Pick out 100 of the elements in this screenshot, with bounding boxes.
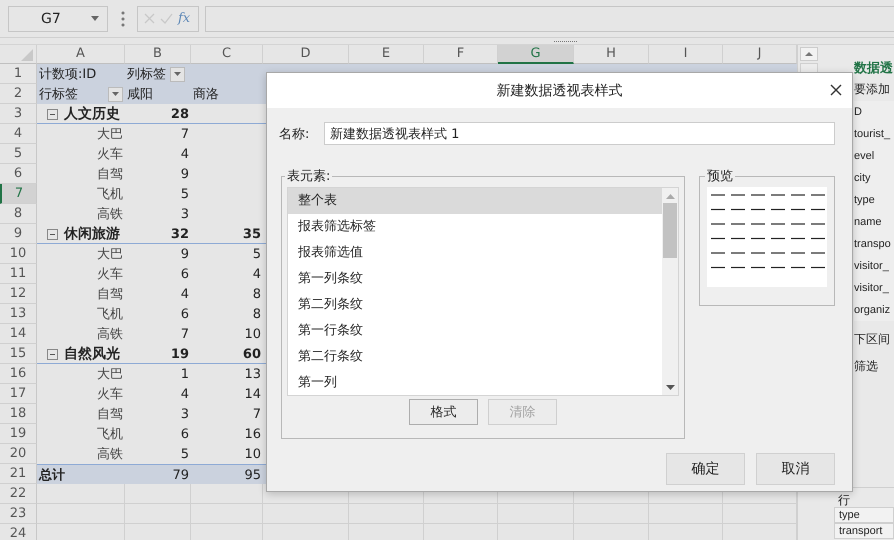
row-header[interactable]: 9 xyxy=(0,224,37,244)
row-header[interactable]: 20 xyxy=(0,444,37,464)
table-cell: 13 xyxy=(244,366,261,382)
table-cell-text: 大巴 xyxy=(97,126,123,143)
table-cell: 5 xyxy=(180,186,189,202)
table-cell: 10 xyxy=(244,446,261,462)
filter-button[interactable] xyxy=(170,66,185,82)
table-cell: 3 xyxy=(180,206,189,222)
table-cell: 7 xyxy=(180,326,189,342)
list-item[interactable]: 整个表 xyxy=(288,188,662,214)
element-button[interactable]: 格式 xyxy=(409,399,478,425)
table-cell-text: 自驾 xyxy=(97,166,123,183)
scroll-up-icon[interactable] xyxy=(666,194,674,199)
scroll-down-icon[interactable] xyxy=(666,385,674,390)
row-header[interactable]: 19 xyxy=(0,424,37,444)
scroll-up-icon[interactable] xyxy=(800,47,818,61)
table-cell-text: 飞机 xyxy=(97,186,123,203)
collapse-icon[interactable] xyxy=(47,228,58,240)
grid-cell xyxy=(125,484,191,504)
column-header[interactable]: G xyxy=(498,45,574,64)
field-item[interactable]: transpo xyxy=(854,233,894,255)
row-header[interactable]: 16 xyxy=(0,364,37,384)
table-cell: 4 xyxy=(180,386,189,402)
caret-icon xyxy=(174,72,181,76)
area-label: 行 xyxy=(837,494,851,507)
list-item[interactable]: 报表筛选标签 xyxy=(288,214,662,240)
table-cell-text: 高铁 xyxy=(97,446,123,463)
row-header[interactable]: 4 xyxy=(0,124,37,144)
field-item[interactable]: D xyxy=(854,101,894,123)
table-cell-text: 自驾 xyxy=(97,286,123,303)
field-item[interactable]: visitor_ xyxy=(854,255,894,277)
table-cell: 19 xyxy=(170,346,189,362)
area-field[interactable]: transport xyxy=(834,523,894,539)
table-cell: 1 xyxy=(180,366,189,382)
row-header[interactable]: 23 xyxy=(0,504,37,524)
collapse-icon[interactable] xyxy=(47,108,58,120)
table-cell: 6 xyxy=(180,306,189,322)
splitter-handle-icon[interactable] xyxy=(554,40,578,43)
caret-icon xyxy=(91,16,99,22)
row-header[interactable]: 10 xyxy=(0,244,37,264)
area-field[interactable]: type xyxy=(834,507,894,523)
field-item[interactable]: type xyxy=(854,189,894,211)
pane-hint: 要添加 xyxy=(854,81,891,98)
table-cell: 5 xyxy=(252,246,261,262)
more-icon[interactable] xyxy=(121,10,125,27)
field-item[interactable]: tourist_ xyxy=(854,123,894,145)
row-header[interactable]: 17 xyxy=(0,384,37,404)
formula-field[interactable] xyxy=(205,6,894,32)
row-header[interactable]: 24 xyxy=(0,524,37,540)
table-cell: 79 xyxy=(172,468,189,482)
list-item[interactable]: 第二列条纹 xyxy=(288,292,662,318)
field-item[interactable]: city xyxy=(854,167,894,189)
name-box[interactable]: G7 xyxy=(8,6,108,32)
table-cell-text: 火车 xyxy=(97,386,123,403)
table-cell: 6 xyxy=(180,426,189,442)
field-item[interactable]: name xyxy=(854,211,894,233)
list-item[interactable]: 第一行条纹 xyxy=(288,318,662,344)
section-label: 下区间 xyxy=(854,331,891,348)
table-cell-text: 总计 xyxy=(39,467,65,484)
field-item[interactable]: evel xyxy=(854,145,894,167)
name-field[interactable]: 新建数据透视表样式 1 xyxy=(324,122,835,145)
check-icon[interactable] xyxy=(160,13,173,24)
dialog-title: 新建数据透视表样式 xyxy=(496,82,622,100)
table-cell-text: 大巴 xyxy=(97,366,123,383)
row-header[interactable]: 5 xyxy=(0,144,37,164)
list-item[interactable]: 第一列条纹 xyxy=(288,266,662,292)
table-cell: 自然风光 xyxy=(64,345,120,363)
row-header[interactable]: 14 xyxy=(0,324,37,344)
close-icon[interactable] xyxy=(830,84,842,96)
row-header[interactable]: 13 xyxy=(0,304,37,324)
row-header[interactable]: 18 xyxy=(0,404,37,424)
group-label: 预览 xyxy=(706,168,734,185)
filter-button[interactable] xyxy=(108,86,123,102)
table-cell-text: 列标签 xyxy=(127,66,166,83)
list-item[interactable]: 报表筛选值 xyxy=(288,240,662,266)
dialog-button[interactable]: 确定 xyxy=(666,453,745,485)
table-cell-text: 咸阳 xyxy=(127,86,153,103)
table-cell: 8 xyxy=(252,286,261,302)
pane-title: 数据透 xyxy=(854,60,894,77)
row-header[interactable]: 11 xyxy=(0,264,37,284)
list-item[interactable]: 第一列 xyxy=(288,370,662,396)
row-header[interactable]: 15 xyxy=(0,344,37,364)
table-cell: 6 xyxy=(180,266,189,282)
scroll-thumb[interactable] xyxy=(663,203,677,258)
table-cell-text: 高铁 xyxy=(97,326,123,343)
function-button[interactable]: fx xyxy=(178,11,190,26)
table-cell-text: 高铁 xyxy=(97,206,123,223)
row-header[interactable]: 3 xyxy=(0,104,37,124)
row-header[interactable]: 8 xyxy=(0,204,37,224)
field-item[interactable]: visitor_ xyxy=(854,277,894,299)
list-item[interactable]: 第二行条纹 xyxy=(288,344,662,370)
row-header[interactable]: 7 xyxy=(0,184,37,204)
dialog-button[interactable]: 取消 xyxy=(756,453,835,485)
row-header[interactable]: 12 xyxy=(0,284,37,304)
row-header[interactable]: 22 xyxy=(0,484,37,504)
collapse-icon[interactable] xyxy=(47,348,58,360)
table-cell-text: 飞机 xyxy=(97,426,123,443)
list-scrollbar[interactable] xyxy=(662,188,678,395)
field-item[interactable]: organiz xyxy=(854,299,894,321)
table-cell: 35 xyxy=(242,226,261,242)
